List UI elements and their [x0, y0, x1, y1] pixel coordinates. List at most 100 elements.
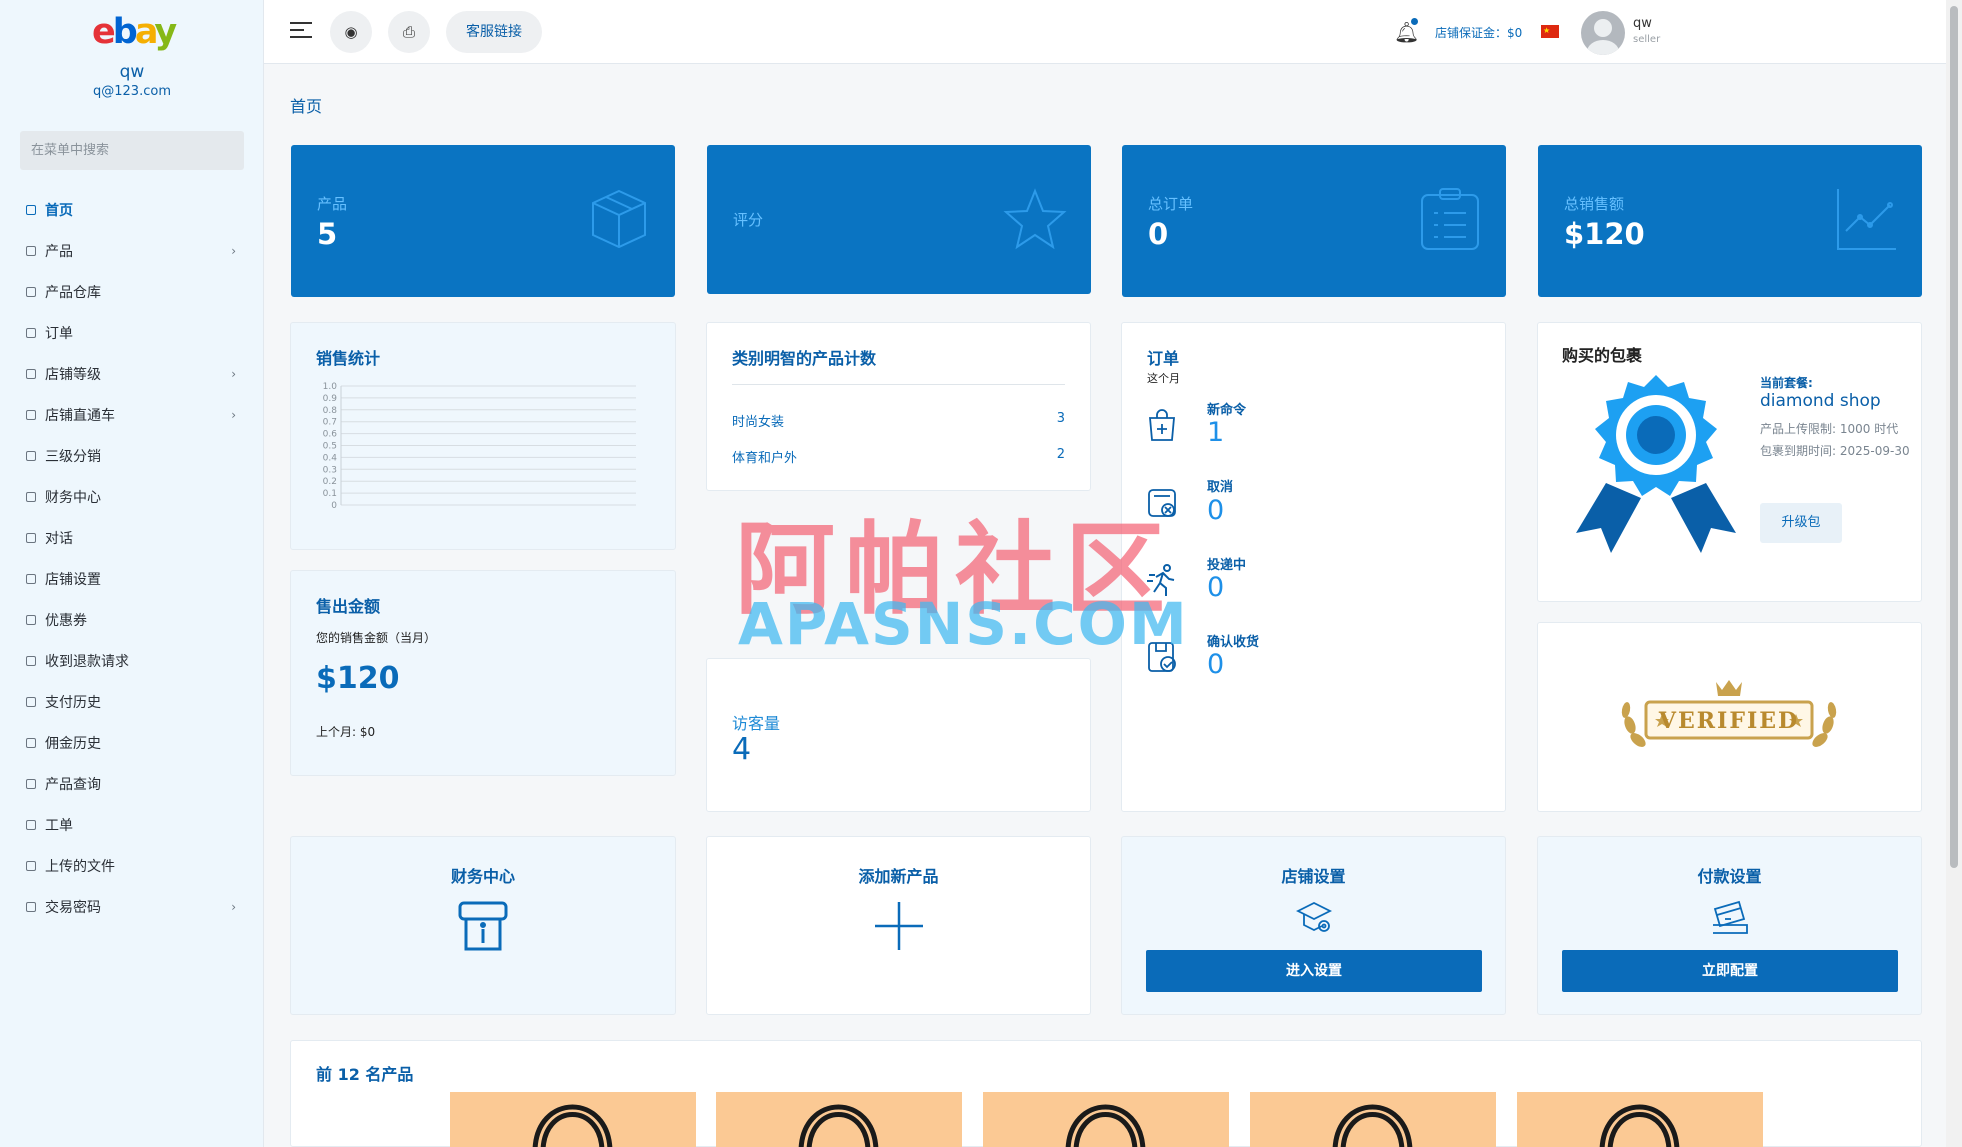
sales-amount-previous: 上个月: $0 — [316, 725, 376, 739]
sidebar-item-store-express[interactable]: 店铺直通车 › — [0, 394, 264, 435]
chevron-right-icon: › — [231, 408, 236, 422]
category-row[interactable]: 时尚女装 3 — [732, 411, 1065, 430]
visits-card: 访客量 4 — [706, 658, 1091, 812]
sidebar-user-email: q@123.com — [93, 84, 171, 99]
stat-value: $120 — [1564, 217, 1645, 251]
quick-link-finance[interactable]: 财务中心 — [290, 836, 676, 1015]
sidebar-item-warehouse[interactable]: 产品仓库 — [0, 271, 264, 312]
page-scrollbar[interactable] — [1946, 0, 1962, 1147]
megaphone-icon — [26, 614, 36, 625]
stat-card-rating[interactable]: 评分 — [707, 145, 1091, 294]
stat-label: 总销售额 — [1564, 195, 1625, 213]
y-tick-label: 0.5 — [323, 442, 337, 452]
sidebar-item-label: 产品查询 — [45, 776, 101, 793]
question-icon — [26, 778, 36, 789]
y-tick-label: 0.9 — [323, 394, 338, 404]
ebay-logo[interactable]: ebay — [92, 12, 177, 52]
product-thumbnail[interactable] — [450, 1092, 696, 1147]
sidebar-item-chat[interactable]: 对话 — [0, 517, 264, 558]
sales-amount-value: $120 — [316, 661, 400, 696]
avatar[interactable] — [1581, 11, 1625, 55]
sidebar-item-finance[interactable]: 财务中心 — [0, 476, 264, 517]
sidebar-item-label: 店铺设置 — [45, 571, 101, 588]
sidebar-item-label: 产品 — [45, 243, 73, 260]
y-tick-label: 0.6 — [323, 430, 338, 440]
verified-badge-icon: VERIFIED — [1621, 680, 1837, 747]
product-thumbnail[interactable] — [1250, 1092, 1496, 1147]
handbag-icon — [1065, 1104, 1146, 1147]
sidebar-item-home[interactable]: 首页 — [0, 189, 264, 230]
gear-icon — [26, 573, 36, 584]
sidebar-item-refunds[interactable]: 收到退款请求 — [0, 640, 264, 681]
finance-icon — [458, 901, 508, 951]
sidebar-item-coupons[interactable]: 优惠券 — [0, 599, 264, 640]
divider — [732, 384, 1065, 385]
sidebar-item-label: 交易密码 — [45, 899, 101, 916]
sales-stats-card: 销售统计 1.0 0.9 0.8 0.7 0.6 0.5 0.4 0.3 0.2 0.1 0 — [290, 322, 676, 550]
gear-icon — [26, 819, 36, 830]
store-settings-icon — [1296, 901, 1332, 932]
sidebar-item-label: 对话 — [45, 530, 73, 547]
support-link-button[interactable]: 客服链接 — [446, 11, 542, 53]
sidebar-item-payment-history[interactable]: 支付历史 — [0, 681, 264, 722]
product-thumbnail[interactable] — [716, 1092, 962, 1147]
enter-settings-button[interactable]: 进入设置 — [1146, 950, 1482, 992]
sidebar-item-commission-history[interactable]: 佣金历史 — [0, 722, 264, 763]
box-icon — [592, 189, 646, 249]
sidebar-item-products[interactable]: 产品 › — [0, 230, 264, 271]
warehouse-icon — [26, 286, 36, 297]
card-title: 前 12 名产品 — [316, 1065, 414, 1084]
stat-label: 产品 — [317, 195, 348, 213]
stat-card-products[interactable]: 产品 5 — [291, 145, 675, 297]
sidebar-item-orders[interactable]: 订单 — [0, 312, 264, 353]
sidebar-item-trade-password[interactable]: 交易密码 › — [0, 886, 264, 927]
menu-toggle-icon[interactable] — [290, 22, 312, 40]
card-title: 类别明智的产品计数 — [732, 349, 877, 368]
app: ebay qw q@123.com 在菜单中搜索 首页 产品 › 产品仓库 订单 … — [0, 0, 1962, 1147]
order-value: 1 — [1207, 417, 1225, 448]
quick-link-add-product[interactable]: 添加新产品 — [706, 836, 1091, 1015]
package-current-label: 当前套餐: — [1760, 376, 1813, 390]
stat-card-total-sales[interactable]: 总销售额 $120 — [1538, 145, 1922, 297]
configure-now-button[interactable]: 立即配置 — [1562, 950, 1898, 992]
chevron-right-icon: › — [231, 900, 236, 914]
category-name: 时尚女装 — [732, 415, 785, 430]
cart-icon — [26, 368, 36, 379]
menu-search-input[interactable]: 在菜单中搜索 — [20, 131, 244, 170]
package-card: 购买的包裹 当前套餐: diamond shop 产品上传限制: 1000 时代… — [1537, 322, 1922, 602]
user-icon — [26, 450, 36, 461]
scroll-thumb[interactable] — [1950, 6, 1958, 868]
category-row[interactable]: 体育和户外 2 — [732, 447, 1065, 466]
quick-link-payment-settings: 付款设置 立即配置 — [1537, 836, 1922, 1015]
visits-label: 访客量 — [732, 714, 781, 733]
sidebar: ebay qw q@123.com 在菜单中搜索 首页 产品 › 产品仓库 订单 … — [0, 0, 264, 1147]
china-flag-icon[interactable]: ★ — [1541, 25, 1559, 38]
chat-icon — [26, 532, 36, 543]
sidebar-item-store-level[interactable]: 店铺等级 › — [0, 353, 264, 394]
upgrade-package-button[interactable]: 升级包 — [1760, 503, 1842, 543]
category-count-card: 类别明智的产品计数 时尚女装 3 体育和户外 2 — [706, 322, 1091, 491]
y-tick-label: 1.0 — [323, 382, 338, 392]
globe-icon: ◉ — [344, 23, 358, 41]
sidebar-item-label: 佣金历史 — [45, 735, 101, 752]
product-thumbnail[interactable] — [983, 1092, 1229, 1147]
sidebar-item-uploads[interactable]: 上传的文件 — [0, 845, 264, 886]
quick-link-store-settings: 店铺设置 进入设置 — [1121, 836, 1506, 1015]
sidebar-item-tickets[interactable]: 工单 — [0, 804, 264, 845]
y-tick-label: 0.3 — [323, 465, 337, 475]
home-icon — [26, 204, 36, 215]
stat-card-orders[interactable]: 总订单 0 — [1122, 145, 1506, 297]
print-button[interactable]: ⎙ — [388, 11, 430, 53]
money-icon — [26, 491, 36, 502]
globe-button[interactable]: ◉ — [330, 11, 372, 53]
topbar-user-name[interactable]: qw — [1633, 16, 1652, 31]
sidebar-item-store-settings[interactable]: 店铺设置 — [0, 558, 264, 599]
order-value: 0 — [1207, 495, 1225, 526]
product-thumbnail[interactable] — [1517, 1092, 1763, 1147]
verified-label: VERIFIED — [1658, 708, 1799, 734]
key-icon — [26, 901, 36, 912]
order-value: 0 — [1207, 572, 1225, 603]
sidebar-item-product-query[interactable]: 产品查询 — [0, 763, 264, 804]
y-tick-label: 0.1 — [323, 489, 337, 499]
sidebar-item-distribution[interactable]: 三级分销 — [0, 435, 264, 476]
